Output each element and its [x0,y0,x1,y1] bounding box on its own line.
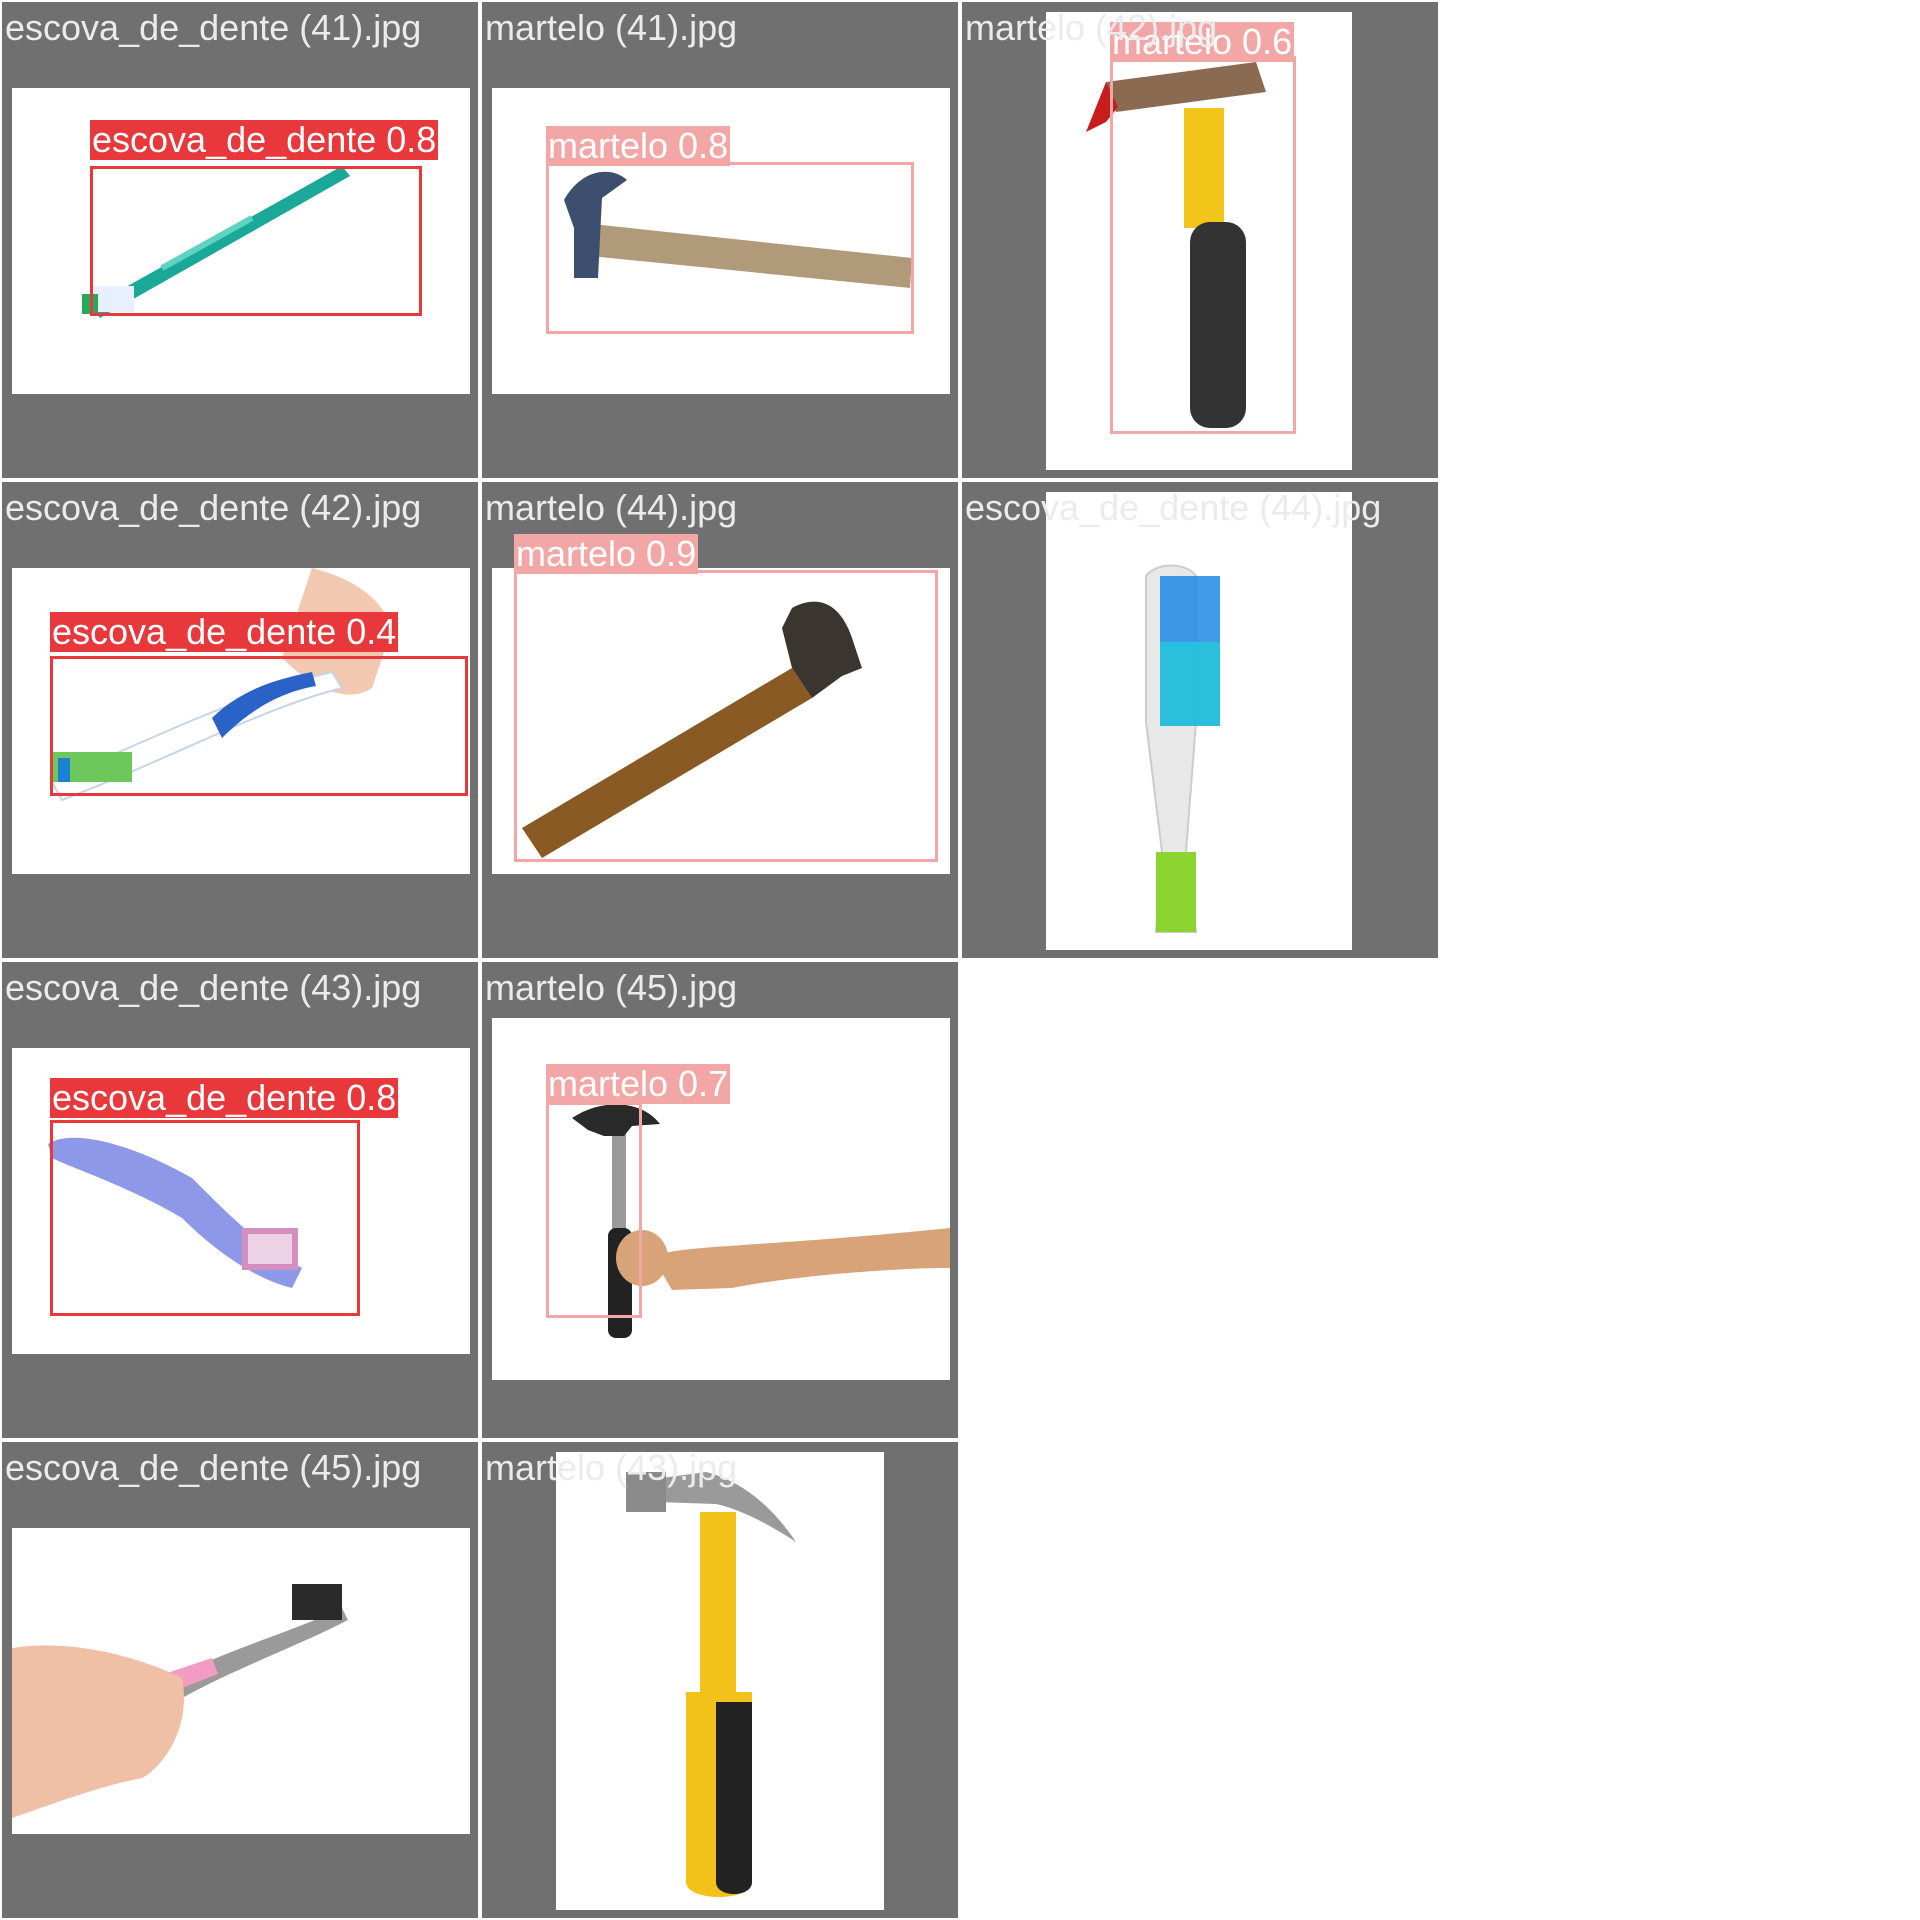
detection-label: martelo 0.9 [514,533,699,574]
tile-filename: martelo (43).jpg [485,1447,738,1488]
result-tile-4: escova_de_dente (42).jpg escova_de_dente… [2,482,478,958]
detection-label: martelo 0.8 [546,125,731,166]
tile-filename: martelo (41).jpg [485,7,738,48]
result-tile-1: escova_de_dente (41).jpg escova_de_dente… [2,2,478,478]
result-tile-10: martelo (43).jpg [482,1442,958,1918]
tile-filename: martelo (45).jpg [485,967,738,1008]
tile-filename: martelo (42).jpg [965,7,1218,48]
toothbrush-image [1145,564,1220,933]
tile-photo [12,1528,470,1834]
detection-label: escova_de_dente 0.4 [50,611,399,652]
toothbrush-image [12,1584,348,1818]
detection-label: martelo 0.7 [546,1063,731,1104]
detection-label: escova_de_dente 0.8 [50,1077,399,1118]
result-tile-9: escova_de_dente (45).jpg [2,1442,478,1918]
tile-filename: escova_de_dente (43).jpg [5,967,422,1008]
detection-box [90,166,422,316]
result-tile-3: martelo 0.6 martelo (42).jpg [962,2,1438,478]
result-tile-7: escova_de_dente (43).jpg escova_de_dente… [2,962,478,1438]
hammer-image [626,1472,796,1897]
tile-filename: escova_de_dente (42).jpg [5,487,422,528]
tile-filename: escova_de_dente (41).jpg [5,7,422,48]
detection-box [50,1120,360,1316]
detection-label: escova_de_dente 0.8 [90,119,439,160]
tile-filename: escova_de_dente (44).jpg [965,487,1382,528]
detection-box [1110,56,1296,434]
result-tile-6: escova_de_dente (44).jpg [962,482,1438,958]
result-tile-2: martelo (41).jpg martelo 0.8 [482,2,958,478]
tile-photo [1046,492,1352,950]
tile-filename: martelo (44).jpg [485,487,738,528]
detection-box [514,570,938,862]
result-tile-8: martelo (45).jpg martelo 0.7 [482,962,958,1438]
detection-box [50,656,468,796]
result-tile-5: martelo 0.9 martelo (44).jpg [482,482,958,958]
tile-filename: escova_de_dente (45).jpg [5,1447,422,1488]
tile-photo [556,1452,884,1910]
detection-box [546,1102,642,1318]
detection-box [546,162,914,334]
